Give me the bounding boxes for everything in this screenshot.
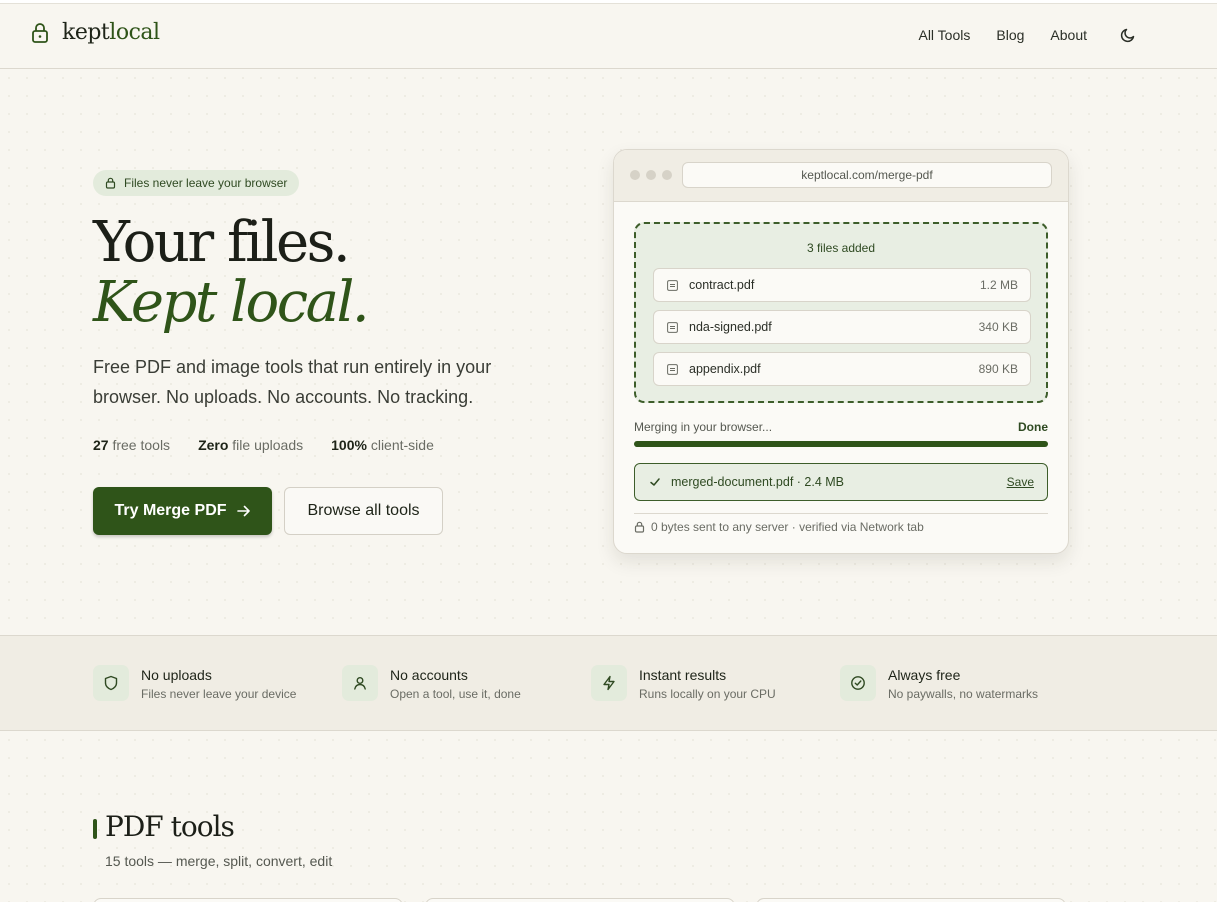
- file-name: contract.pdf: [689, 278, 755, 292]
- hero-stats: 27 free tools Zero file uploads 100% cli…: [93, 437, 434, 453]
- check-icon: [650, 478, 660, 486]
- check-circle-icon: [851, 676, 865, 690]
- try-merge-pdf-button[interactable]: Try Merge PDF: [93, 487, 272, 535]
- browse-all-tools-button[interactable]: Browse all tools: [284, 487, 443, 535]
- file-item: nda-signed.pdf 340 KB: [653, 310, 1031, 344]
- site-header: keptlocal All Tools Blog About: [0, 4, 1217, 69]
- file-item: contract.pdf 1.2 MB: [653, 268, 1031, 302]
- section-title: PDF tools: [105, 810, 235, 843]
- window-dot: [646, 170, 656, 180]
- privacy-badge: Files never leave your browser: [93, 170, 300, 196]
- logo-text: keptlocal: [62, 20, 160, 45]
- main-nav: All Tools Blog About: [892, 26, 1137, 44]
- logo-text-primary: kept: [62, 20, 110, 45]
- feature-title: No uploads: [141, 667, 212, 683]
- file-icon: [667, 322, 678, 333]
- logo[interactable]: keptlocal: [30, 20, 160, 45]
- feature-instant-results: Instant results Runs locally on your CPU: [591, 665, 831, 705]
- features-band: No uploads Files never leave your device…: [0, 635, 1217, 731]
- merge-result: merged-document.pdf · 2.4 MB Save: [634, 463, 1048, 501]
- feature-title: Instant results: [639, 667, 727, 683]
- feature-always-free: Always free No paywalls, no watermarks: [840, 665, 1080, 705]
- feature-icon-box: [342, 665, 378, 701]
- feature-icon-box: [93, 665, 129, 701]
- nav-blog[interactable]: Blog: [996, 27, 1024, 43]
- feature-desc: Runs locally on your CPU: [639, 687, 776, 701]
- feature-no-uploads: No uploads Files never leave your device: [93, 665, 333, 705]
- merge-status-done: Done: [1018, 420, 1048, 434]
- window-dot: [662, 170, 672, 180]
- feature-title: No accounts: [390, 667, 468, 683]
- file-name: appendix.pdf: [689, 362, 761, 376]
- file-size: 340 KB: [978, 320, 1018, 334]
- badge-label: Files never leave your browser: [124, 176, 288, 190]
- file-icon: [667, 364, 678, 375]
- lock-icon: [634, 521, 645, 533]
- window-dot: [630, 170, 640, 180]
- lock-icon: [32, 22, 48, 43]
- bolt-icon: [603, 675, 615, 691]
- stat-tools: 27 free tools: [93, 437, 171, 453]
- file-size: 1.2 MB: [979, 278, 1018, 292]
- stat-client-side: 100% client-side: [331, 437, 434, 453]
- feature-no-accounts: No accounts Open a tool, use it, done: [342, 665, 582, 705]
- nav-all-tools[interactable]: All Tools: [918, 27, 970, 43]
- nav-about[interactable]: About: [1050, 27, 1087, 43]
- result-filename: merged-document.pdf · 2.4 MB: [671, 475, 844, 489]
- file-size: 890 KB: [978, 362, 1018, 376]
- feature-icon-box: [591, 665, 627, 701]
- mockup-url-bar: keptlocal.com/merge-pdf: [682, 162, 1052, 188]
- section-accent-bar: [93, 819, 97, 839]
- feature-desc: Files never leave your device: [141, 687, 297, 701]
- mockup-footer: 0 bytes sent to any server · verified vi…: [634, 513, 1048, 534]
- shield-icon: [104, 675, 118, 691]
- moon-icon[interactable]: [1119, 26, 1137, 44]
- browser-mockup: keptlocal.com/merge-pdf 3 files added co…: [613, 149, 1069, 554]
- logo-text-accent: local: [109, 20, 160, 45]
- feature-desc: Open a tool, use it, done: [390, 687, 521, 701]
- file-item: appendix.pdf 890 KB: [653, 352, 1031, 386]
- tool-card[interactable]: [425, 898, 735, 902]
- lock-icon: [105, 177, 116, 189]
- user-icon: [354, 677, 366, 690]
- try-merge-pdf-label: Try Merge PDF: [114, 502, 227, 519]
- feature-desc: No paywalls, no watermarks: [888, 687, 1039, 701]
- feature-title: Always free: [888, 667, 961, 683]
- tool-card[interactable]: [756, 898, 1066, 902]
- arrow-right-icon: [236, 505, 250, 517]
- hero-title-line1: Your files.: [93, 210, 351, 275]
- section-subtitle: 15 tools — merge, split, convert, edit: [105, 853, 333, 869]
- feature-icon-box: [840, 665, 876, 701]
- drop-zone-title: 3 files added: [806, 241, 876, 255]
- mockup-titlebar: keptlocal.com/merge-pdf: [614, 150, 1068, 202]
- mockup-footer-text: 0 bytes sent to any server · verified vi…: [651, 520, 924, 534]
- save-link[interactable]: Save: [1007, 475, 1034, 489]
- stat-uploads: Zero file uploads: [198, 437, 304, 453]
- file-icon: [667, 280, 678, 291]
- progress-fill: [634, 441, 1048, 447]
- merge-progress-bar: [634, 441, 1048, 447]
- file-name: nda-signed.pdf: [689, 320, 772, 334]
- merge-status-label: Merging in your browser...: [634, 420, 773, 434]
- merge-status: Merging in your browser... Done: [634, 420, 1048, 434]
- file-drop-zone: 3 files added contract.pdf 1.2 MB nda-si…: [634, 222, 1048, 403]
- tool-card[interactable]: [93, 898, 403, 902]
- hero-title-line2: Kept local.: [93, 270, 370, 335]
- hero-subtitle: Free PDF and image tools that run entire…: [93, 357, 492, 407]
